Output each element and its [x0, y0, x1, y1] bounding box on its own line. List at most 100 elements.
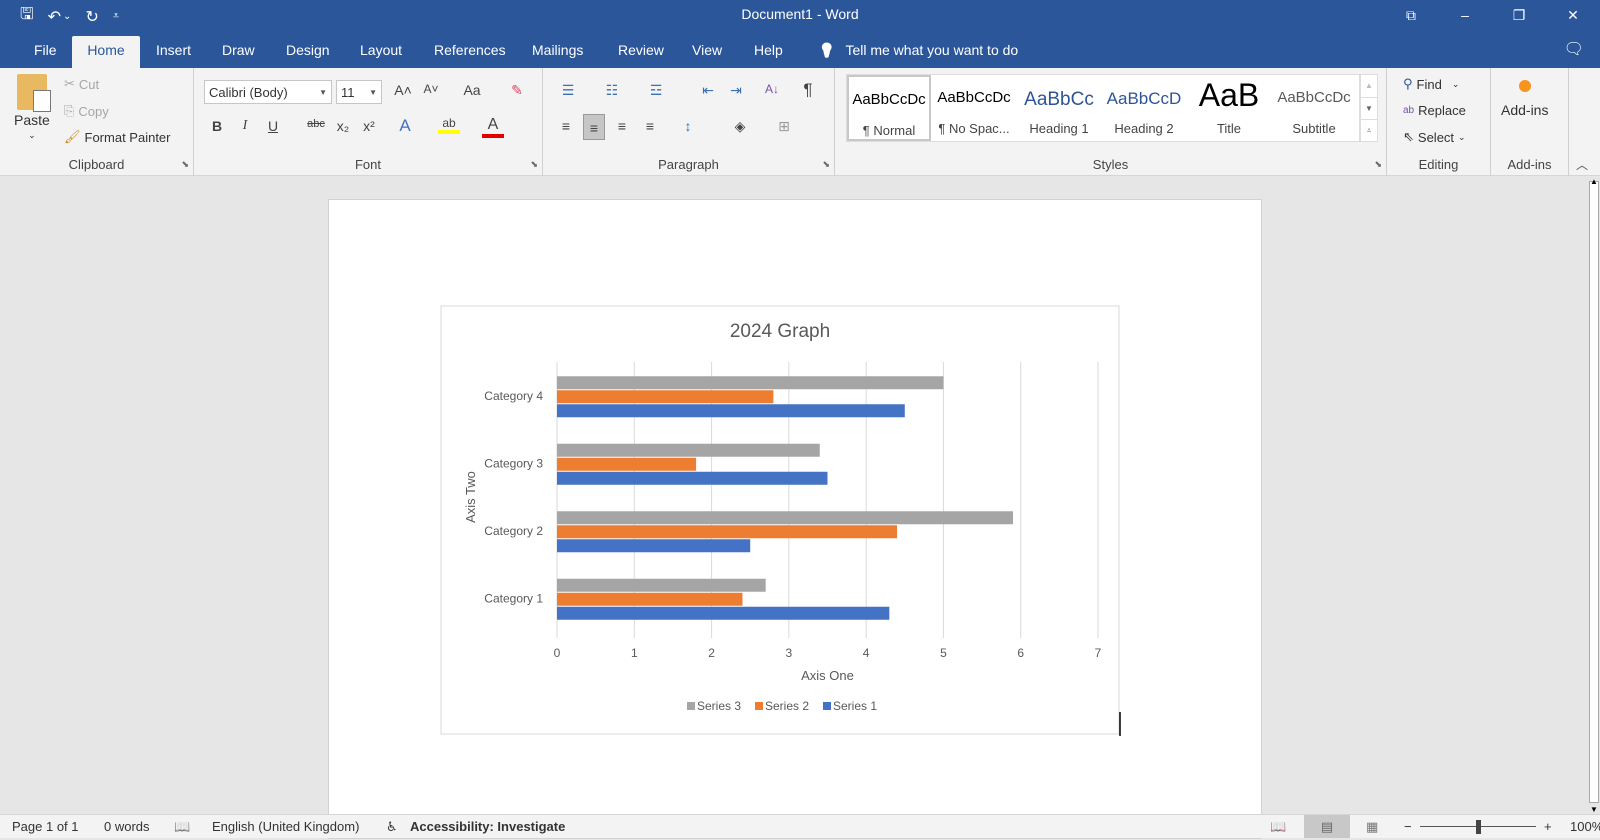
increase-indent-button[interactable]: ⇥ — [725, 82, 747, 99]
highlight-color-button[interactable]: ab — [438, 116, 460, 134]
addins-button[interactable]: Add-ins — [1501, 80, 1548, 118]
styles-dialog-launcher-icon[interactable]: ⬊ — [1374, 159, 1382, 170]
replace-button[interactable]: ab Replace — [1403, 103, 1466, 118]
tab-references[interactable]: References — [420, 36, 520, 68]
style-no-spac[interactable]: AaBbCcDc ¶ No Spac... — [932, 75, 1016, 141]
bullets-button[interactable]: ☰ — [557, 82, 579, 99]
scroll-down-icon[interactable]: ▼ — [1590, 805, 1598, 814]
legend-swatch — [755, 702, 763, 710]
tab-design[interactable]: Design — [272, 36, 344, 68]
font-dialog-launcher-icon[interactable]: ⬊ — [530, 159, 538, 170]
select-button[interactable]: ⇖ Select ⌄ — [1403, 129, 1466, 145]
bold-button[interactable]: B — [206, 118, 228, 134]
styles-gallery-scroll[interactable]: ▲ ▼ ⩡ — [1360, 74, 1378, 142]
tab-file[interactable]: File — [20, 36, 71, 68]
font-size-dropdown[interactable]: 11 ▼ — [336, 80, 382, 104]
legend-swatch — [687, 702, 695, 710]
style-normal[interactable]: AaBbCcDc ¶ Normal — [847, 75, 931, 141]
font-name-dropdown[interactable]: Calibri (Body) ▼ — [204, 80, 332, 104]
chart[interactable]: 2024 Graph 0 1 2 3 4 5 6 7 Category 1 Category 2 Ca… — [329, 200, 1263, 840]
ribbon-display-options-button[interactable]: ⧉ — [1384, 0, 1438, 30]
zoom-slider-thumb[interactable] — [1476, 820, 1481, 834]
scroll-up-icon[interactable]: ▲ — [1590, 177, 1598, 186]
shrink-font-button[interactable]: A˅ — [420, 82, 442, 96]
superscript-button[interactable]: x² — [358, 118, 380, 134]
scrollbar-track[interactable] — [1589, 181, 1599, 803]
bar-series-2[interactable] — [557, 592, 743, 606]
tell-me-search[interactable]: 💡 Tell me what you want to do — [818, 36, 1018, 64]
bar-series-2[interactable] — [557, 525, 898, 539]
bar-series-3[interactable] — [557, 376, 944, 390]
cut-button[interactable]: ✂ Cut — [64, 76, 99, 92]
sort-button[interactable]: A↓ — [761, 82, 783, 96]
zoom-level[interactable]: 100% — [1570, 819, 1600, 834]
align-right-button[interactable]: ≡ — [611, 118, 633, 134]
minimize-button[interactable]: – — [1438, 0, 1492, 30]
font-color-button[interactable]: A — [482, 116, 504, 138]
copy-button[interactable]: ⎘ Copy — [64, 103, 109, 119]
style-heading-2[interactable]: AaBbCcD Heading 2 — [1102, 75, 1186, 141]
word-count[interactable]: 0 words — [104, 819, 150, 834]
style-title[interactable]: AaB Title — [1187, 75, 1271, 141]
tab-view[interactable]: View — [678, 36, 736, 68]
numbering-button[interactable]: ☷ — [601, 82, 623, 99]
zoom-in-button[interactable]: + — [1544, 819, 1552, 834]
read-mode-icon[interactable]: 📖 — [1270, 819, 1286, 835]
underline-button[interactable]: U — [262, 118, 284, 134]
tab-home[interactable]: Home — [72, 36, 140, 68]
tab-mailings[interactable]: Mailings — [518, 36, 597, 68]
change-case-button[interactable]: Aa — [456, 82, 488, 98]
proofing-icon[interactable]: 📖 — [174, 819, 190, 835]
restore-button[interactable]: ❐ — [1492, 0, 1546, 30]
style-name: Heading 1 — [1029, 121, 1089, 136]
style-heading-1[interactable]: AaBbCc Heading 1 — [1017, 75, 1101, 141]
tab-insert[interactable]: Insert — [142, 36, 205, 68]
style-subtitle[interactable]: AaBbCcDc Subtitle — [1272, 75, 1356, 141]
justify-button[interactable]: ≡ — [639, 118, 661, 134]
zoom-out-button[interactable]: − — [1404, 819, 1412, 834]
show-hide-marks-button[interactable]: ¶ — [797, 80, 819, 100]
bar-series-1[interactable] — [557, 539, 751, 553]
shading-button[interactable]: ◈ — [729, 118, 751, 135]
bar-series-1[interactable] — [557, 404, 905, 418]
paste-button[interactable]: Paste ⌄ — [14, 74, 51, 141]
web-layout-icon[interactable]: ▦ — [1366, 819, 1378, 835]
style-preview: AaBbCcD — [1106, 89, 1182, 108]
page-count[interactable]: Page 1 of 1 — [12, 819, 79, 834]
bar-series-3[interactable] — [557, 443, 820, 457]
clear-formatting-button[interactable]: ✎ — [506, 82, 528, 99]
align-left-button[interactable]: ≡ — [555, 118, 577, 134]
bar-series-1[interactable] — [557, 471, 828, 485]
bar-series-3[interactable] — [557, 578, 766, 592]
document-page[interactable]: 2024 Graph 0 1 2 3 4 5 6 7 Category 1 Category 2 Ca… — [328, 199, 1262, 839]
format-painter-button[interactable]: 🖌 Format Painter — [64, 129, 171, 145]
tab-review[interactable]: Review — [604, 36, 678, 68]
grow-font-button[interactable]: A˄ — [392, 82, 414, 98]
subscript-button[interactable]: x₂ — [332, 118, 354, 134]
decrease-indent-button[interactable]: ⇤ — [697, 82, 719, 99]
center-button[interactable]: ≡ — [583, 114, 605, 140]
accessibility-status[interactable]: Accessibility: Investigate — [410, 819, 565, 834]
close-button[interactable]: ✕ — [1546, 0, 1600, 30]
tab-help[interactable]: Help — [740, 36, 797, 68]
collapse-ribbon-icon[interactable]: ︿ — [1576, 156, 1588, 173]
bar-series-1[interactable] — [557, 606, 890, 620]
print-layout-icon[interactable]: ▤ — [1304, 815, 1350, 838]
multilevel-list-button[interactable]: ☲ — [645, 82, 667, 99]
italic-button[interactable]: I — [234, 118, 256, 134]
comments-icon[interactable]: 🗨 — [1564, 39, 1584, 59]
tab-draw[interactable]: Draw — [208, 36, 269, 68]
find-button[interactable]: ⚲ Find ⌄ — [1403, 76, 1459, 92]
paragraph-dialog-launcher-icon[interactable]: ⬊ — [822, 159, 830, 170]
text-effects-button[interactable]: A — [394, 116, 416, 136]
clipboard-dialog-launcher-icon[interactable]: ⬊ — [181, 159, 189, 170]
strikethrough-button[interactable]: abc — [302, 118, 330, 130]
bar-series-2[interactable] — [557, 457, 697, 471]
line-spacing-button[interactable]: ↕ — [677, 118, 699, 134]
bar-series-2[interactable] — [557, 390, 774, 404]
vertical-scrollbar[interactable]: ▲ ▼ — [1588, 177, 1600, 814]
tab-layout[interactable]: Layout — [346, 36, 416, 68]
bar-series-3[interactable] — [557, 511, 1013, 525]
language-indicator[interactable]: English (United Kingdom) — [212, 819, 359, 834]
borders-button[interactable]: ⊞ — [773, 118, 795, 135]
